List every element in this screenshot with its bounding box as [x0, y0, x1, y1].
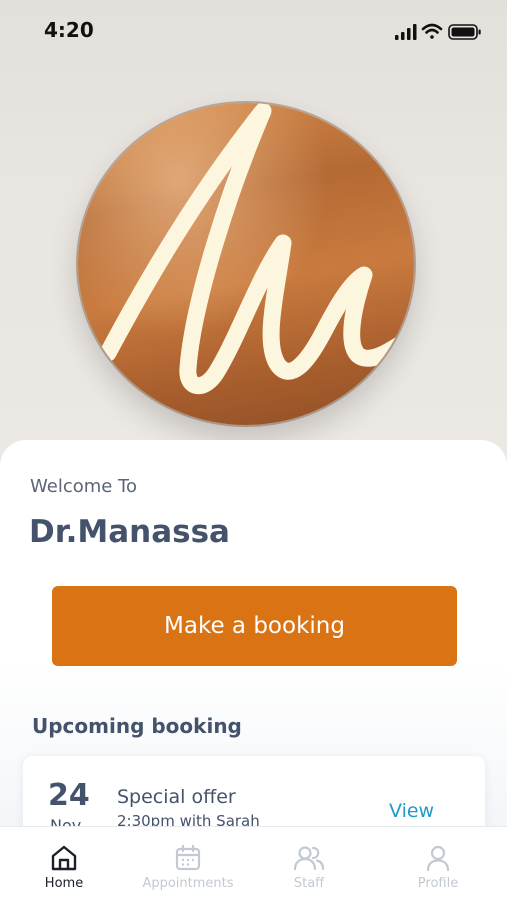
home-icon [51, 845, 77, 871]
calendar-icon [175, 844, 201, 871]
tab-staff[interactable]: Staff [279, 827, 339, 901]
booking-day: 24 [48, 778, 90, 813]
welcome-label: Welcome To [30, 476, 138, 497]
wifi-icon [421, 23, 443, 39]
clinic-logo [78, 103, 414, 425]
clinic-name: Dr.Manassa [29, 514, 230, 550]
m-signature-icon [99, 103, 414, 394]
hero-banner: 4:20 [0, 0, 507, 470]
profile-icon [426, 845, 450, 872]
tab-appointments-label: Appointments [142, 876, 234, 891]
make-booking-button[interactable]: Make a booking [52, 586, 457, 666]
booking-title: Special offer [117, 786, 236, 808]
staff-icon [293, 846, 325, 871]
view-booking-link[interactable]: View [389, 800, 434, 822]
tab-staff-label: Staff [293, 876, 325, 891]
tab-profile[interactable]: Profile [406, 827, 470, 901]
cellular-signal-icon [395, 24, 417, 40]
upcoming-booking-heading: Upcoming booking [32, 714, 242, 738]
battery-icon [448, 24, 481, 40]
tab-profile-label: Profile [417, 876, 459, 891]
tab-home[interactable]: Home [31, 827, 97, 901]
tab-appointments[interactable]: Appointments [133, 827, 243, 901]
bottom-tab-bar: Home Appointments Staff Profile [0, 826, 507, 901]
tab-home-label: Home [44, 876, 84, 891]
status-time: 4:20 [44, 18, 94, 42]
status-bar: 4:20 [0, 0, 507, 62]
status-icons [395, 23, 481, 40]
